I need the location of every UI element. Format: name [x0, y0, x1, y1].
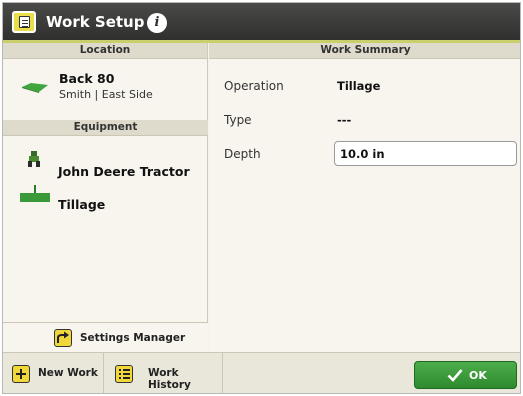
- window-title: Work Setup: [46, 13, 145, 31]
- arrow-turn-icon: [54, 329, 72, 347]
- work-history-label: Work History: [148, 367, 191, 391]
- equipment-item-tractor[interactable]: John Deere Tractor: [3, 148, 208, 179]
- location-item[interactable]: Back 80 Smith | East Side: [3, 59, 208, 119]
- plus-icon: [12, 365, 30, 383]
- equipment-label: Tillage: [58, 197, 106, 212]
- divider: [222, 353, 223, 393]
- work-summary-header: Work Summary: [209, 43, 520, 59]
- settings-manager-label: Settings Manager: [80, 332, 186, 344]
- settings-manager-button[interactable]: Settings Manager: [3, 322, 208, 352]
- type-value[interactable]: ---: [337, 113, 351, 127]
- depth-input[interactable]: [334, 141, 517, 166]
- operation-value[interactable]: Tillage: [337, 79, 380, 93]
- implement-icon: [20, 185, 50, 202]
- field-icon: [22, 83, 48, 93]
- work-summary-panel: Work Summary Operation Tillage Type --- …: [209, 43, 520, 352]
- info-icon[interactable]: i: [147, 13, 167, 33]
- depth-label: Depth: [224, 147, 261, 161]
- operation-label: Operation: [224, 79, 284, 93]
- title-bar: Work Setup i: [3, 3, 520, 43]
- new-work-label: New Work: [38, 367, 98, 379]
- new-work-button[interactable]: New Work: [3, 353, 103, 393]
- work-setup-app-icon: [12, 11, 36, 33]
- equipment-item-implement[interactable]: Tillage: [3, 185, 208, 215]
- ok-label: OK: [469, 369, 487, 382]
- location-name: Back 80: [59, 71, 115, 86]
- work-history-button[interactable]: Work History: [104, 353, 222, 393]
- list-icon: [115, 365, 133, 383]
- left-panel: Location Back 80 Smith | East Side Equip…: [3, 43, 208, 352]
- tractor-icon: [28, 151, 40, 167]
- checkmark-icon: [447, 369, 463, 382]
- equipment-header: Equipment: [3, 120, 208, 136]
- work-setup-window: Work Setup i Location Back 80 Smith | Ea…: [2, 2, 521, 394]
- location-subtitle: Smith | East Side: [59, 88, 153, 101]
- bottom-bar: New Work Work History OK: [3, 352, 520, 393]
- location-header: Location: [3, 43, 207, 59]
- equipment-label: John Deere Tractor: [58, 164, 190, 179]
- ok-button[interactable]: OK: [414, 361, 517, 389]
- type-label: Type: [224, 113, 252, 127]
